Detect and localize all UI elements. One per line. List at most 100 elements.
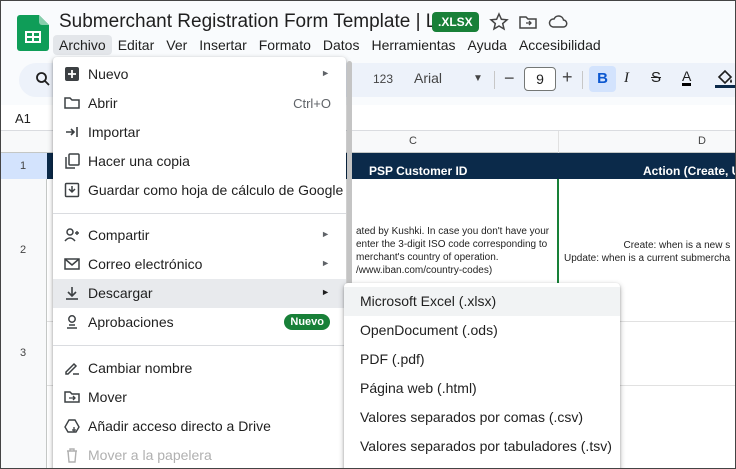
strikethrough-button[interactable]: S xyxy=(651,69,661,86)
menu-herramientas[interactable]: Herramientas xyxy=(365,35,461,55)
menu-item-label: Guardar como hoja de cálculo de Google xyxy=(88,182,344,198)
shortcut-label: Ctrl+O xyxy=(293,96,331,111)
menu-item-compartir[interactable]: Compartir ► xyxy=(53,221,346,250)
menu-separator xyxy=(53,345,346,346)
menu-item-nuevo[interactable]: Nuevo ► xyxy=(53,60,346,89)
menu-accesibilidad[interactable]: Accesibilidad xyxy=(513,35,607,55)
chevron-down-icon[interactable]: ▼ xyxy=(473,73,483,84)
download-ods[interactable]: OpenDocument (.ods) xyxy=(344,316,620,345)
plus-sheet-icon xyxy=(65,67,79,81)
star-icon[interactable] xyxy=(489,12,509,32)
menu-item-abrir[interactable]: Abrir Ctrl+O xyxy=(53,89,346,118)
document-title[interactable]: Submerchant Registration Form Template |… xyxy=(59,11,479,33)
menu-item-label: Compartir xyxy=(88,227,150,243)
submenu-arrow-icon: ► xyxy=(321,287,330,297)
row-header-3[interactable]: 3 xyxy=(20,347,26,359)
menu-item-aprobaciones[interactable]: Aprobaciones Nuevo xyxy=(53,308,346,337)
text-color-button[interactable]: A xyxy=(682,69,692,86)
submenu-arrow-icon: ► xyxy=(321,258,330,268)
menu-bar: Archivo Editar Ver Insertar Formato Datos Herr… xyxy=(53,35,607,55)
menu-item-papelera: Mover a la papelera xyxy=(53,441,346,468)
menu-item-descargar[interactable]: Descargar ► xyxy=(53,279,346,308)
decrease-font-size-button[interactable]: − xyxy=(504,68,515,89)
download-xlsx[interactable]: Microsoft Excel (.xlsx) xyxy=(344,287,620,316)
cloud-status-icon[interactable] xyxy=(548,12,568,32)
menu-archivo[interactable]: Archivo xyxy=(53,35,112,55)
move-folder-icon xyxy=(64,391,80,403)
submenu-item-label: Página web (.html) xyxy=(360,380,477,396)
mail-icon xyxy=(64,258,80,270)
menu-item-label: Importar xyxy=(88,124,141,140)
menu-item-copia[interactable]: Hacer una copia xyxy=(53,147,346,176)
cell-d2[interactable]: Create: when is a new s Update: when is … xyxy=(564,239,730,265)
cell-c1[interactable]: PSP Customer ID xyxy=(369,164,467,178)
menu-item-importar[interactable]: Importar xyxy=(53,118,346,147)
save-sheet-icon xyxy=(64,182,80,198)
submenu-item-label: Microsoft Excel (.xlsx) xyxy=(360,293,497,309)
file-type-badge: .XLSX xyxy=(432,12,479,32)
search-icon[interactable] xyxy=(35,71,51,87)
row-header-2[interactable]: 2 xyxy=(20,244,26,256)
row-header-column xyxy=(1,153,47,468)
import-arrow-icon xyxy=(66,127,78,137)
download-csv[interactable]: Valores separados por comas (.csv) xyxy=(344,403,620,432)
cell-d2-line: Update: when is a current submercha xyxy=(564,253,731,264)
selection-border xyxy=(557,179,559,284)
font-size-input[interactable]: 9 xyxy=(524,67,556,91)
menu-item-mover[interactable]: Mover xyxy=(53,383,346,412)
approvals-icon xyxy=(67,315,77,329)
menu-item-correo[interactable]: Correo electrónico ► xyxy=(53,250,346,279)
cell-d2-line: Create: when is a new s xyxy=(623,240,731,251)
download-html[interactable]: Página web (.html) xyxy=(344,374,620,403)
drive-shortcut-icon xyxy=(64,419,80,433)
submenu-arrow-icon: ► xyxy=(321,68,330,78)
font-family-select[interactable]: Arial xyxy=(414,70,442,86)
rename-icon xyxy=(65,362,79,375)
row-header-1[interactable]: 1 xyxy=(20,160,26,172)
toolbar-divider xyxy=(582,71,583,89)
file-menu: Nuevo ► Abrir Ctrl+O Importar Hacer una … xyxy=(53,57,346,468)
sheets-logo-icon[interactable] xyxy=(17,15,49,51)
menu-item-label: Añadir acceso directo a Drive xyxy=(88,418,271,434)
trash-icon xyxy=(67,448,77,463)
fill-color-icon[interactable] xyxy=(714,67,736,89)
menu-ayuda[interactable]: Ayuda xyxy=(461,35,512,55)
download-tsv[interactable]: Valores separados por tabuladores (.tsv) xyxy=(344,432,620,461)
sheets-window: Submerchant Registration Form Template |… xyxy=(0,0,736,469)
menu-item-label: Mover a la papelera xyxy=(88,447,212,463)
name-box[interactable]: A1 xyxy=(15,111,31,126)
menu-item-label: Cambiar nombre xyxy=(88,360,193,376)
menu-item-label: Correo electrónico xyxy=(88,256,203,272)
submenu-item-label: PDF (.pdf) xyxy=(360,351,425,367)
number-format-button[interactable]: 123 xyxy=(373,72,393,86)
cell-c2-line: merchant's country of operation. xyxy=(356,252,499,263)
menu-formato[interactable]: Formato xyxy=(253,35,317,55)
menu-datos[interactable]: Datos xyxy=(317,35,366,55)
menu-editar[interactable]: Editar xyxy=(112,35,161,55)
menu-item-label: Mover xyxy=(88,389,127,405)
menu-scrollbar[interactable] xyxy=(347,61,352,291)
column-header-d[interactable]: D xyxy=(698,135,706,147)
menu-item-acceso-directo[interactable]: Añadir acceso directo a Drive xyxy=(53,412,346,441)
submenu-item-label: OpenDocument (.ods) xyxy=(360,322,498,338)
italic-button[interactable]: I xyxy=(624,70,629,87)
menu-separator xyxy=(53,213,346,214)
move-folder-icon[interactable] xyxy=(518,12,538,32)
cell-d1[interactable]: Action (Create, U xyxy=(643,164,735,178)
increase-font-size-button[interactable]: + xyxy=(562,67,573,88)
cell-c2[interactable]: ated by Kushki. In case you don't have y… xyxy=(356,225,549,277)
menu-insertar[interactable]: Insertar xyxy=(193,35,252,55)
menu-item-guardar[interactable]: Guardar como hoja de cálculo de Google xyxy=(53,176,346,205)
cell-c2-line: /www.iban.com/country-codes) xyxy=(356,265,493,276)
menu-item-label: Nuevo xyxy=(88,66,129,82)
cell-c2-line: ated by Kushki. In case you don't have y… xyxy=(356,226,550,237)
bold-button[interactable]: B xyxy=(589,66,616,92)
submenu-item-label: Valores separados por tabuladores (.tsv) xyxy=(360,438,612,454)
copy-icon xyxy=(65,153,80,169)
cell-c2-line: enter the 3-digit ISO code corresponding… xyxy=(356,239,548,250)
menu-ver[interactable]: Ver xyxy=(160,35,193,55)
column-header-c[interactable]: C xyxy=(409,135,417,147)
menu-item-cambiar-nombre[interactable]: Cambiar nombre xyxy=(53,354,346,383)
download-pdf[interactable]: PDF (.pdf) xyxy=(344,345,620,374)
menu-item-label: Descargar xyxy=(88,285,153,301)
